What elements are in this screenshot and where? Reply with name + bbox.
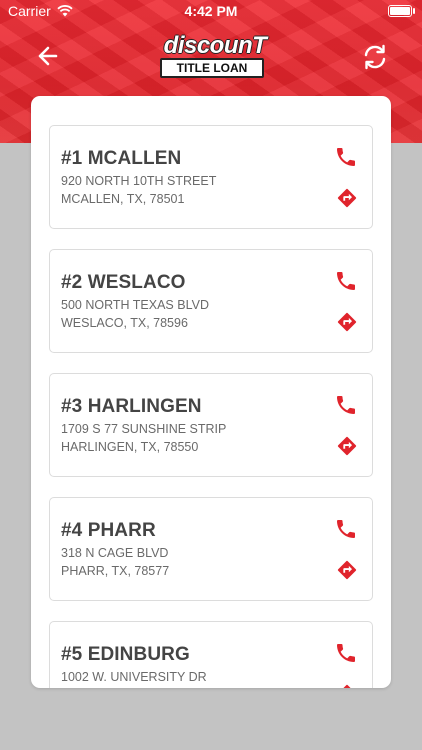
locations-panel[interactable]: #1 MCALLEN 920 NORTH 10TH STREET MCALLEN… bbox=[31, 96, 391, 688]
location-name: #1 MCALLEN bbox=[61, 148, 182, 169]
logo: discounT TITLE LOAN bbox=[156, 34, 274, 78]
location-address-line2: MCALLEN, TX, 78501 bbox=[61, 192, 185, 206]
location-card[interactable]: #5 EDINBURG 1002 W. UNIVERSITY DR bbox=[49, 621, 373, 688]
location-address-line1: 920 NORTH 10TH STREET bbox=[61, 174, 217, 188]
directions-icon[interactable] bbox=[336, 683, 358, 688]
arrow-left-icon bbox=[38, 46, 58, 66]
refresh-button[interactable] bbox=[358, 40, 392, 74]
location-address-line1: 318 N CAGE BLVD bbox=[61, 546, 169, 560]
directions-icon[interactable] bbox=[336, 311, 358, 333]
phone-icon[interactable] bbox=[334, 517, 358, 541]
location-address-line2: HARLINGEN, TX, 78550 bbox=[61, 440, 199, 454]
logo-title-loan-text: TITLE LOAN bbox=[160, 58, 264, 78]
location-card[interactable]: #4 PHARR 318 N CAGE BLVD PHARR, TX, 7857… bbox=[49, 497, 373, 601]
location-address-line2: WESLACO, TX, 78596 bbox=[61, 316, 188, 330]
phone-icon[interactable] bbox=[334, 145, 358, 169]
status-bar: Carrier 4:42 PM bbox=[0, 0, 422, 22]
location-address-line1: 1709 S 77 SUNSHINE STRIP bbox=[61, 422, 227, 436]
location-name: #4 PHARR bbox=[61, 520, 156, 541]
location-address-line1: 500 NORTH TEXAS BLVD bbox=[61, 298, 209, 312]
phone-icon[interactable] bbox=[334, 393, 358, 417]
directions-icon[interactable] bbox=[336, 559, 358, 581]
logo-discount-text: discounT bbox=[163, 32, 267, 59]
directions-icon[interactable] bbox=[336, 435, 358, 457]
location-name: #2 WESLACO bbox=[61, 272, 186, 293]
location-address-line1: 1002 W. UNIVERSITY DR bbox=[61, 670, 207, 684]
directions-icon[interactable] bbox=[336, 187, 358, 209]
refresh-icon bbox=[364, 44, 386, 70]
phone-icon[interactable] bbox=[334, 641, 358, 665]
location-card[interactable]: #1 MCALLEN 920 NORTH 10TH STREET MCALLEN… bbox=[49, 125, 373, 229]
location-card[interactable]: #3 HARLINGEN 1709 S 77 SUNSHINE STRIP HA… bbox=[49, 373, 373, 477]
location-card[interactable]: #2 WESLACO 500 NORTH TEXAS BLVD WESLACO,… bbox=[49, 249, 373, 353]
location-name: #3 HARLINGEN bbox=[61, 396, 202, 417]
location-name: #5 EDINBURG bbox=[61, 644, 190, 665]
phone-icon[interactable] bbox=[334, 269, 358, 293]
status-time: 4:42 PM bbox=[184, 3, 238, 19]
battery-icon bbox=[388, 5, 415, 17]
back-button[interactable] bbox=[30, 40, 68, 72]
location-address-line2: PHARR, TX, 78577 bbox=[61, 564, 170, 578]
